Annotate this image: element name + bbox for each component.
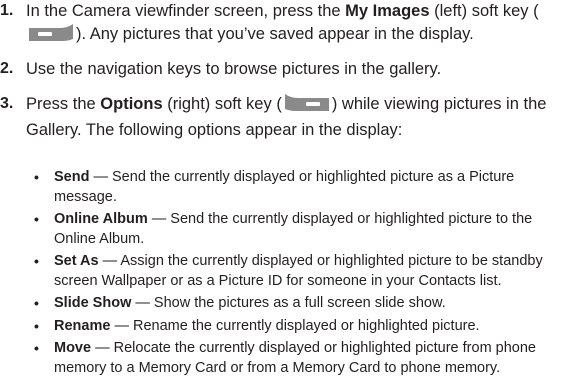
option-move: • Move — Relocate the currently displaye… [34,339,568,378]
step-text-mid: (right) soft key ( [162,95,282,113]
options-list: • Send — Send the currently displayed or… [34,168,568,381]
bullet-marker: • [34,169,39,185]
bullet-marker: • [34,253,39,269]
option-label: Rename [54,317,111,334]
left-softkey-icon [27,23,75,49]
option-slide-show: • Slide Show — Show the pictures as a fu… [34,294,568,314]
option-rename: • Rename — Rename the currently displaye… [34,317,568,337]
step-number: 3. [0,95,14,112]
option-separator: — [110,317,133,334]
step-text-mid: (left) soft key ( [429,2,539,20]
step-text: Press the Options (right) soft key () wh… [26,93,565,141]
right-softkey-icon [283,94,331,119]
option-description: Send the currently displayed or highligh… [54,169,515,205]
option-online-album: • Online Album — Send the currently disp… [34,210,568,249]
bullet-marker: • [34,340,39,356]
step-text-pre: Press the [26,95,101,113]
step-number: 2. [0,60,14,77]
option-separator: — [131,295,154,311]
option-separator: — [91,340,114,356]
bullet-marker: • [34,317,39,334]
option-description: Assign the currently displayed or highli… [54,253,543,289]
bullet-marker: • [34,295,39,311]
step-text: Use the navigation keys to browse pictur… [26,60,442,78]
bullet-marker: • [34,211,39,227]
step-2: 2. Use the navigation keys to browse pic… [0,58,571,82]
option-label: Online Album [54,211,148,227]
step-text-post: ). Any pictures that you’ve saved appear… [76,24,474,43]
step-number: 1. [0,2,14,19]
option-description: Show the pictures as a full screen slide… [153,295,446,311]
step-1: 1. In the Camera viewfinder screen, pres… [0,0,571,48]
option-send: • Send — Send the currently displayed or… [34,168,568,207]
step-3: 3. Press the Options (right) soft key ()… [0,93,571,141]
option-set-as: • Set As — Assign the currently displaye… [34,252,568,291]
option-separator: — [89,169,113,185]
options-key-label: Options [100,95,163,113]
option-label: Send [54,169,90,185]
option-label: Set As [54,253,99,269]
option-separator: — [98,253,121,269]
option-label: Move [54,340,92,356]
my-images-key-label: My Images [345,2,430,20]
option-description: Relocate the currently displayed or high… [54,340,536,376]
option-label: Slide Show [54,295,132,311]
step-text: In the Camera viewfinder screen, press t… [26,0,565,48]
instruction-page: 1. In the Camera viewfinder screen, pres… [0,0,571,376]
option-separator: — [147,211,171,227]
option-description: Rename the currently displayed or highli… [132,317,480,334]
step-text-pre: In the Camera viewfinder screen, press t… [26,2,346,20]
